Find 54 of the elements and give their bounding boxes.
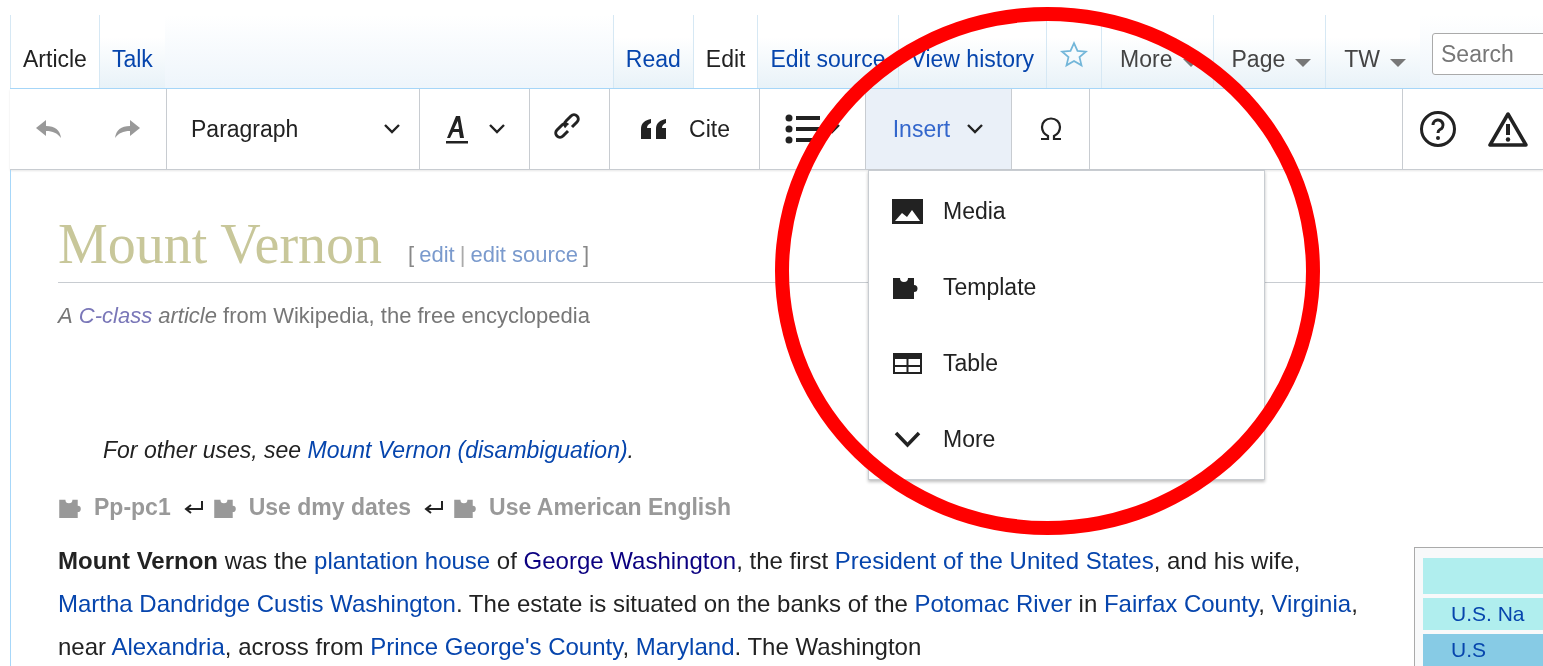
namespace-tab[interactable]: Talk xyxy=(98,15,165,88)
class-link[interactable]: C-class xyxy=(78,303,153,328)
menu-item-label: Template xyxy=(943,273,1037,301)
hatnote-text: For other uses, see Mount Vernon (disambiguation). xyxy=(103,437,634,464)
tagline-text: article from Wikipedia, the free encyclopedia xyxy=(157,303,590,328)
article-link[interactable]: George Washington xyxy=(523,547,737,574)
menu-item[interactable]: Table xyxy=(869,349,1264,377)
chevron-icon xyxy=(383,123,401,135)
article-link[interactable]: Fairfax County xyxy=(1103,590,1259,617)
infobox-row: U.S. Na xyxy=(1423,598,1543,630)
menu-item[interactable]: Template xyxy=(869,273,1264,301)
chevron-icon[interactable] xyxy=(487,123,506,135)
bracket-text: [ xyxy=(408,242,415,268)
menu-item-label: Media xyxy=(943,197,1006,225)
menu-item-label: More xyxy=(943,425,996,453)
article-link[interactable]: President of the United States xyxy=(834,547,1154,574)
menu-item-label: Table xyxy=(943,349,998,377)
cite-button[interactable]: Cite xyxy=(610,89,760,169)
search-field[interactable]: Search xyxy=(1432,33,1543,75)
tagline-text: A xyxy=(58,303,74,328)
infobox-row: U.S xyxy=(1423,634,1543,666)
menu-dropdown[interactable]: Page xyxy=(1212,15,1326,88)
return-icon xyxy=(182,499,205,516)
list-icon[interactable] xyxy=(784,114,821,144)
chevron-icon xyxy=(893,430,921,448)
article-paragraph: Mount Vernon was the plantation house of George Washington, the first President of the United States, and his wife, Martha Dandridge Custis Washington. The estate is situated on the banks of the Potomac River in Fairfax County, Virginia, near Alexandria, across from Prince George's County, Maryland. The Washington xyxy=(58,546,1359,662)
page-title: Mount Vernon xyxy=(58,212,383,277)
warning-icon[interactable] xyxy=(1488,111,1528,147)
article-link[interactable]: Virginia xyxy=(1271,590,1352,617)
text-style-icon[interactable] xyxy=(443,114,470,144)
article-link[interactable]: Alexandria xyxy=(111,633,225,660)
article-link[interactable]: Prince George's County xyxy=(370,633,623,660)
redo-icon[interactable] xyxy=(112,118,142,140)
article-link[interactable]: Martha Dandridge Custis Washington xyxy=(58,590,456,617)
table-icon xyxy=(892,352,922,374)
image-icon xyxy=(891,198,923,224)
separator-text: | xyxy=(459,242,466,268)
bracket-text: ] xyxy=(583,242,590,268)
article-link[interactable]: plantation house xyxy=(314,547,491,574)
article-link[interactable]: Maryland xyxy=(635,633,735,660)
view-tab[interactable]: Read xyxy=(612,15,693,88)
undo-icon[interactable] xyxy=(34,118,64,140)
menu-item[interactable]: More xyxy=(869,425,1264,453)
menu-dropdown[interactable]: TW xyxy=(1325,15,1420,88)
paragraph-dropdown[interactable]: Paragraph xyxy=(167,89,420,169)
star-icon[interactable] xyxy=(1059,40,1090,70)
article-link[interactable]: Potomac River xyxy=(914,590,1072,617)
disambiguation-link[interactable]: Mount Vernon (disambiguation) xyxy=(307,437,628,463)
return-icon xyxy=(423,499,446,516)
help-icon[interactable] xyxy=(1419,110,1457,148)
view-tab[interactable]: Edit source xyxy=(757,15,898,88)
menu-item[interactable]: Media xyxy=(869,197,1264,225)
insert-dropdown[interactable]: Insert xyxy=(866,89,1012,169)
chevron-icon xyxy=(966,123,985,135)
